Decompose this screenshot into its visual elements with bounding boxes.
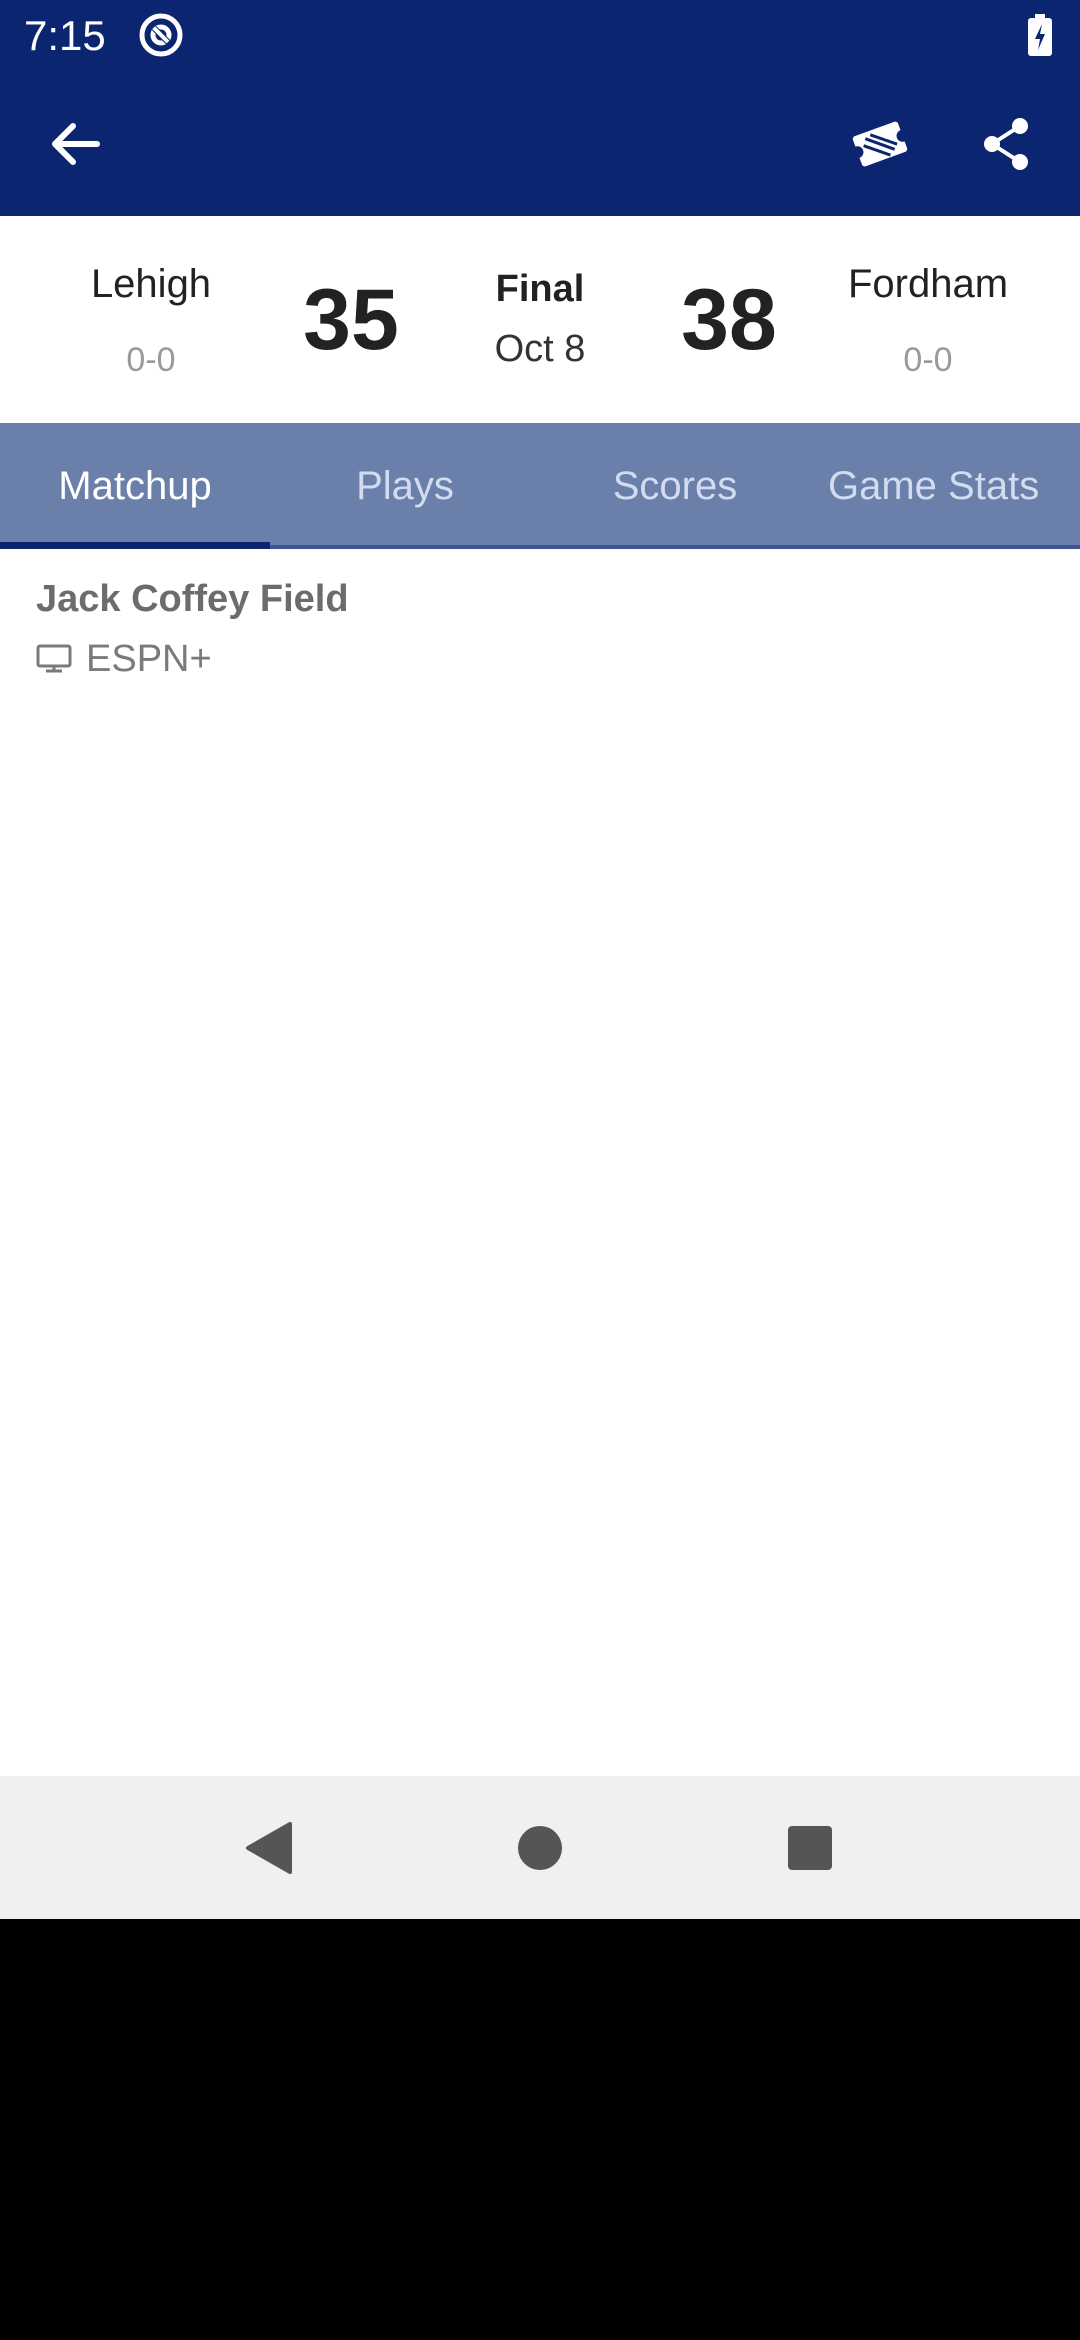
home-team-name[interactable]: Fordham	[798, 260, 1058, 308]
home-team-record: 0-0	[903, 341, 953, 379]
game-date: Oct 8	[494, 328, 586, 370]
share-icon	[984, 118, 1028, 170]
tab-plays[interactable]: Plays	[270, 423, 540, 549]
broadcast-info: ESPN+	[36, 635, 212, 683]
app-header: 7:15	[0, 0, 1080, 216]
battery-charging-icon	[1028, 14, 1052, 56]
square-recents-icon	[788, 1826, 832, 1870]
circle-home-icon	[518, 1826, 562, 1870]
nav-home-button[interactable]	[490, 1798, 590, 1898]
scoreboard: Lehigh 0-0 35 Final Oct 8 38 Fordham 0-0	[0, 216, 1080, 423]
system-nav-bar	[0, 1776, 1080, 1919]
share-button[interactable]	[966, 104, 1046, 184]
status-bar: 7:15	[0, 0, 1080, 72]
tab-game-stats[interactable]: Game Stats	[828, 423, 1080, 549]
app-notification-icon	[139, 13, 183, 57]
nav-back-button[interactable]	[218, 1798, 318, 1898]
tickets-button[interactable]	[840, 104, 920, 184]
game-status: Final	[495, 268, 585, 310]
screen: 7:15 Lehigh 0-0 35 Final Oct 8 38 Fordha…	[0, 0, 1080, 2340]
back-button[interactable]	[30, 104, 120, 184]
tab-indicator	[0, 542, 270, 549]
home-team-score: 38	[681, 272, 777, 368]
status-time: 7:15	[24, 12, 106, 59]
tab-bar: Matchup Plays Scores Game Stats	[0, 423, 1080, 549]
tickets-icon	[851, 121, 909, 167]
arrow-left-icon	[52, 123, 100, 165]
away-team-score: 35	[303, 272, 399, 368]
venue-name: Jack Coffey Field	[36, 578, 349, 620]
nav-recents-button[interactable]	[760, 1798, 860, 1898]
away-team-name[interactable]: Lehigh	[21, 260, 281, 308]
tv-icon	[36, 644, 72, 673]
away-team-record: 0-0	[126, 341, 176, 379]
triangle-back-icon	[246, 1822, 292, 1874]
tab-matchup[interactable]: Matchup	[0, 423, 270, 549]
broadcast-network: ESPN+	[86, 638, 212, 680]
bottom-black-area	[0, 1919, 1080, 2340]
matchup-content: Jack Coffey Field ESPN+	[0, 549, 1080, 1776]
tab-scores[interactable]: Scores	[540, 423, 810, 549]
